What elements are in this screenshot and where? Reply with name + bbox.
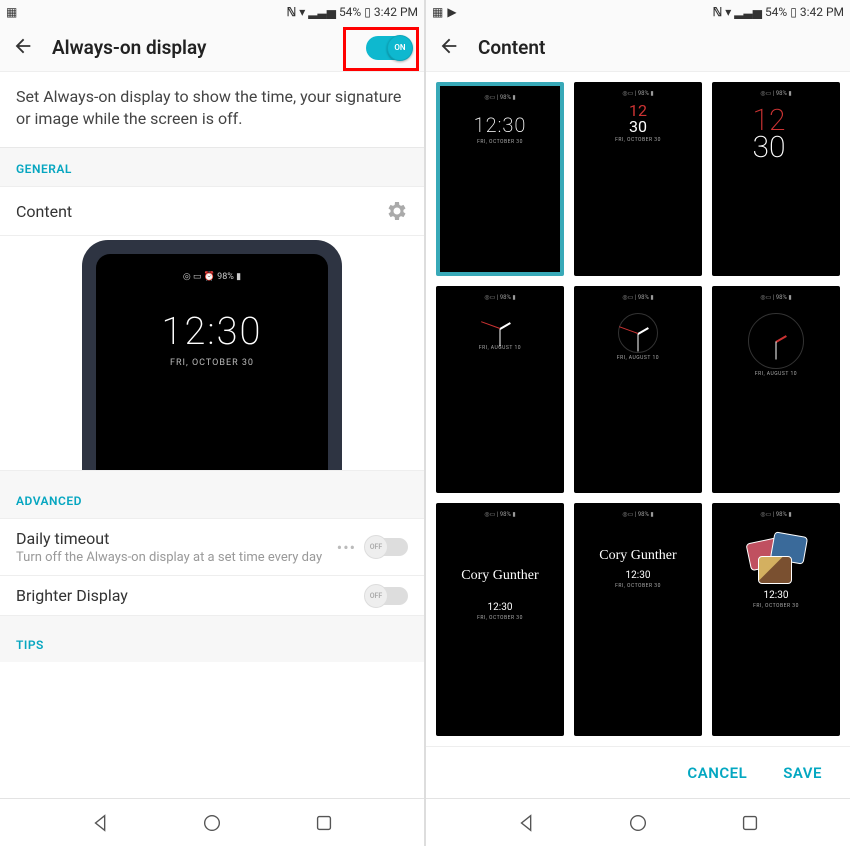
play-icon: ▶ [447, 5, 456, 19]
content-label: Content [16, 202, 384, 221]
preview-time: 12:30 [96, 310, 328, 354]
screen-content-picker: ▦ ▶ ℕ ▾ ▂▃▅ 54% ▯ 3:42 PM Content ◎▭ | 9… [426, 0, 850, 846]
clock-style-option[interactable]: ◎▭ | 98% ▮FRI, AUGUST 10 [436, 286, 564, 492]
brighter-row[interactable]: Brighter Display OFF [0, 576, 424, 616]
page-title: Always-on display [52, 36, 348, 59]
nav-back-icon[interactable] [90, 812, 112, 834]
cancel-button[interactable]: CANCEL [687, 764, 747, 782]
battery-icon: ▯ [364, 5, 371, 19]
section-tips: TIPS [0, 624, 424, 662]
action-bar: CANCEL SAVE [426, 746, 850, 798]
description-text: Set Always-on display to show the time, … [0, 72, 424, 148]
gear-icon[interactable] [384, 199, 408, 223]
status-bar: ▦ ▶ ℕ ▾ ▂▃▅ 54% ▯ 3:42 PM [426, 0, 850, 24]
preview-date: FRI, OCTOBER 30 [96, 358, 328, 368]
wifi-icon: ▾ [299, 5, 305, 19]
daily-timeout-row[interactable]: Daily timeout Turn off the Always-on dis… [0, 519, 424, 576]
clock-style-option[interactable]: ◎▭ | 98% ▮1230FRI, OCTOBER 30 [574, 82, 702, 276]
brighter-toggle[interactable]: OFF [366, 587, 408, 605]
content-row[interactable]: Content [0, 187, 424, 236]
signal-icon: ▂▃▅ [308, 5, 336, 19]
nfc-icon: ℕ [713, 5, 723, 19]
section-general: GENERAL [0, 148, 424, 187]
battery-pct: 54% [765, 5, 787, 19]
nav-home-icon[interactable] [201, 812, 223, 834]
divider [0, 470, 424, 480]
daily-sub: Turn off the Always-on display at a set … [16, 550, 327, 565]
nav-bar [0, 798, 424, 846]
picture-icon: ▦ [432, 5, 443, 19]
nav-recent-icon[interactable] [313, 812, 335, 834]
daily-toggle[interactable]: OFF [366, 538, 408, 556]
back-icon[interactable] [12, 35, 34, 61]
clock: 3:42 PM [800, 5, 844, 19]
page-title: Content [478, 36, 838, 59]
brighter-title: Brighter Display [16, 586, 356, 605]
back-icon[interactable] [438, 35, 460, 61]
battery-pct: 54% [339, 5, 361, 19]
header: Content [426, 24, 850, 72]
clock-style-option[interactable]: ◎▭ | 98% ▮Cory Gunther12:30FRI, OCTOBER … [436, 503, 564, 736]
clock-style-option[interactable]: ◎▭ | 98% ▮12:30FRI, OCTOBER 30 [436, 82, 564, 276]
more-icon[interactable]: ••• [337, 538, 356, 557]
save-button[interactable]: SAVE [783, 764, 822, 782]
clock-style-option[interactable]: ◎▭ | 98% ▮Cory Gunther12:30FRI, OCTOBER … [574, 503, 702, 736]
status-bar: ▦ ℕ ▾ ▂▃▅ 54% ▯ 3:42 PM [0, 0, 424, 24]
clock-style-option[interactable]: ◎▭ | 98% ▮FRI, AUGUST 10 [574, 286, 702, 492]
nav-recent-icon[interactable] [739, 812, 761, 834]
phone-mock: ◎ ▭ ⏰ 98% ▮ 12:30 FRI, OCTOBER 30 [82, 240, 342, 470]
nav-back-icon[interactable] [516, 812, 538, 834]
clock: 3:42 PM [374, 5, 418, 19]
divider [0, 616, 424, 624]
nfc-icon: ℕ [287, 5, 297, 19]
content-preview: ◎ ▭ ⏰ 98% ▮ 12:30 FRI, OCTOBER 30 [0, 236, 424, 470]
clock-style-option[interactable]: ◎▭ | 98% ▮12:30FRI, OCTOBER 30 [712, 503, 840, 736]
section-advanced: ADVANCED [0, 480, 424, 519]
daily-title: Daily timeout [16, 529, 327, 548]
nav-home-icon[interactable] [627, 812, 649, 834]
picture-icon: ▦ [6, 5, 17, 19]
clock-style-option[interactable]: ◎▭ | 98% ▮1230 [712, 82, 840, 276]
clock-style-grid: ◎▭ | 98% ▮12:30FRI, OCTOBER 30◎▭ | 98% ▮… [426, 72, 850, 746]
preview-status: ◎ ▭ ⏰ 98% ▮ [96, 272, 328, 282]
signal-icon: ▂▃▅ [734, 5, 762, 19]
annotation-highlight [343, 27, 419, 71]
clock-style-option[interactable]: ◎▭ | 98% ▮FRI, AUGUST 10 [712, 286, 840, 492]
nav-bar [426, 798, 850, 846]
screen-settings: ▦ ℕ ▾ ▂▃▅ 54% ▯ 3:42 PM Always-on displa… [0, 0, 424, 846]
wifi-icon: ▾ [725, 5, 731, 19]
battery-icon: ▯ [790, 5, 797, 19]
